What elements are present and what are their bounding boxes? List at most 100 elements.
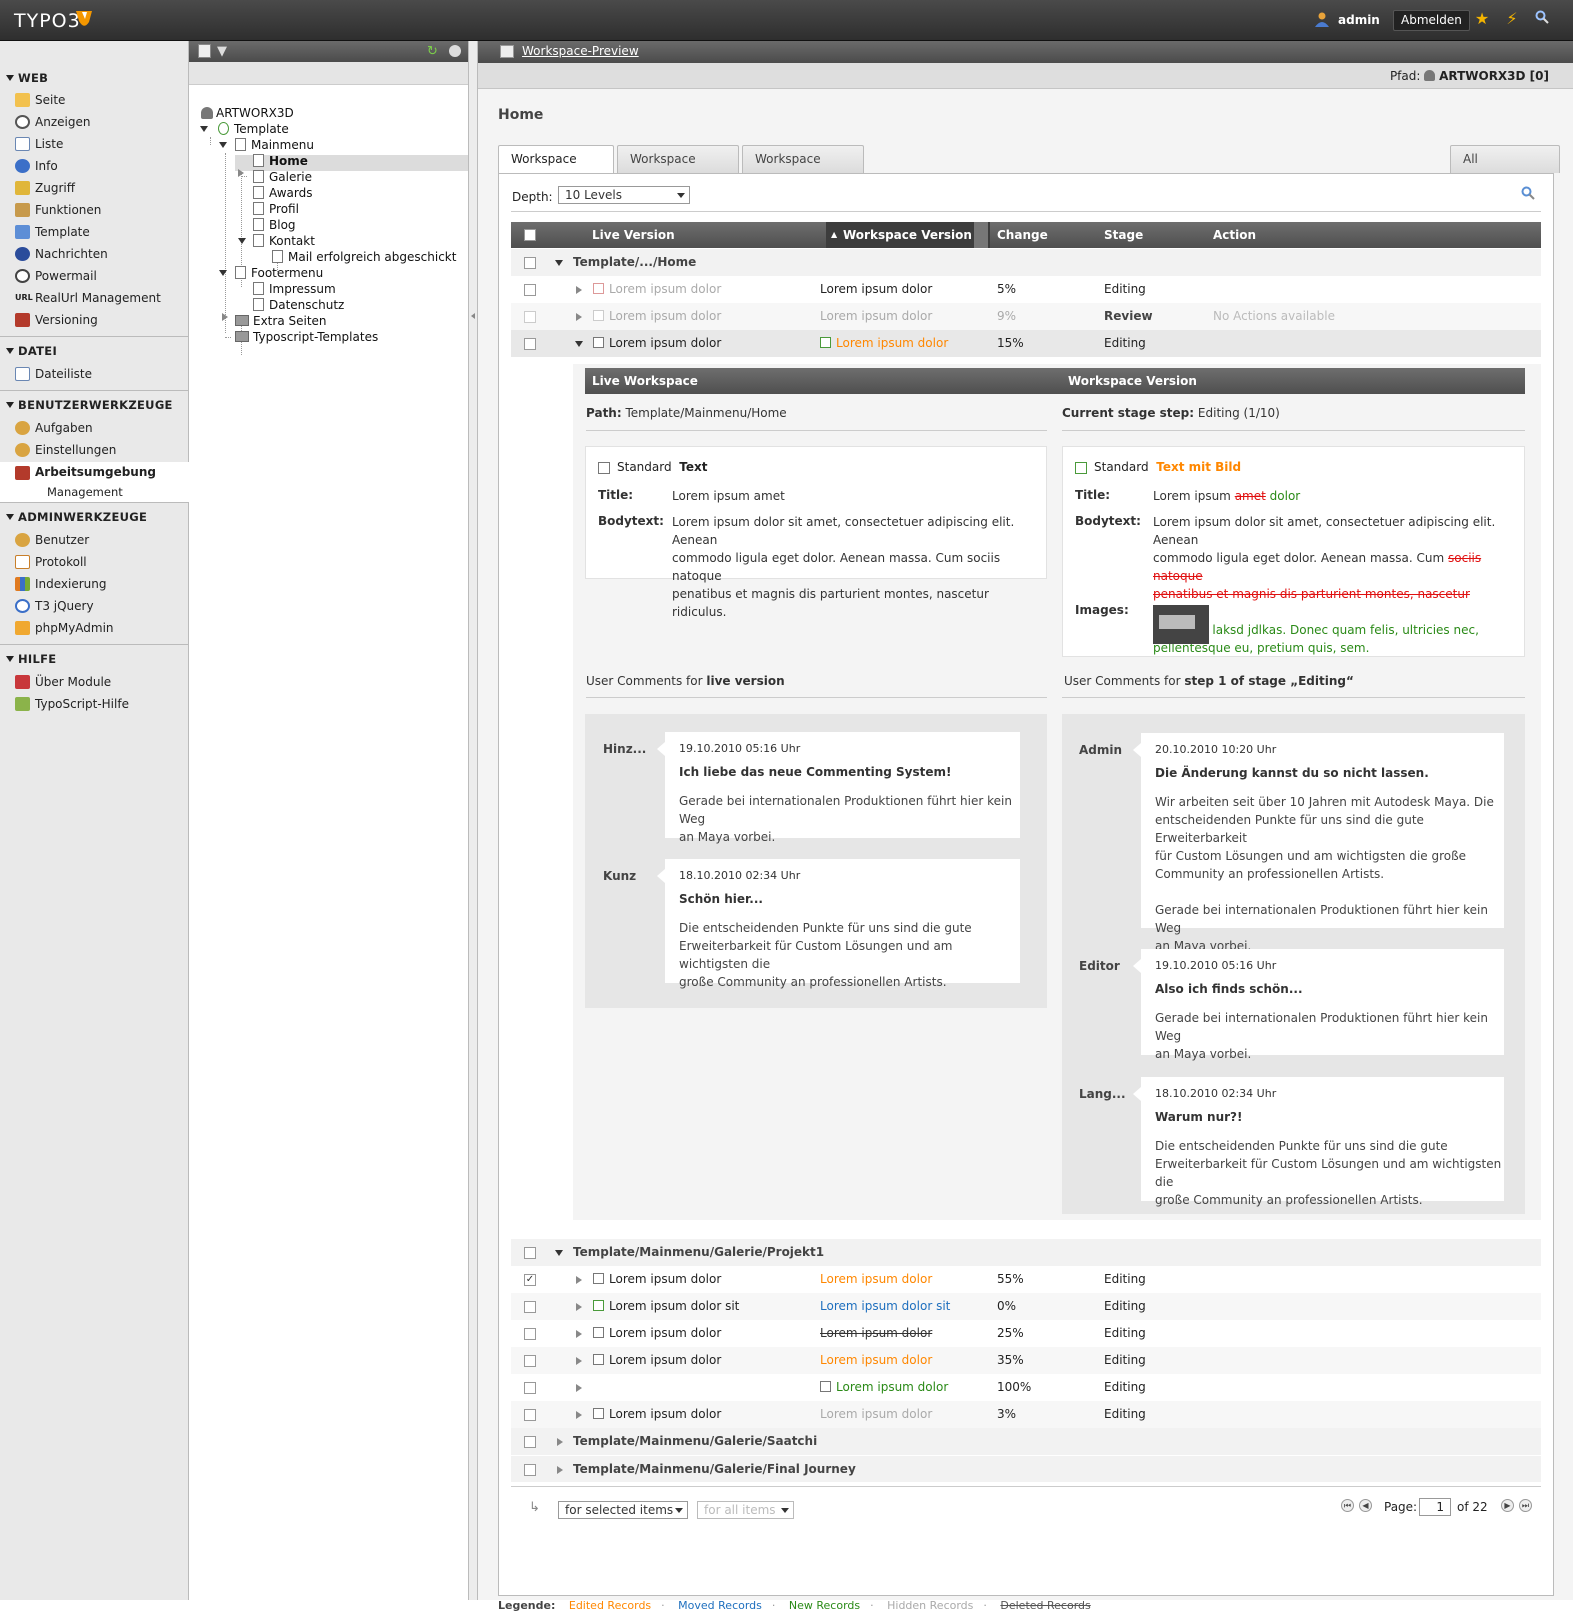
module-arbeitsumgebung-active[interactable]: Arbeitsumgebung Management — [0, 462, 189, 502]
table-row[interactable]: Lorem ipsum dolor sit Lorem ipsum dolor … — [511, 1293, 1541, 1320]
module-ueber-module[interactable]: Über Module — [0, 672, 189, 692]
module-nachrichten[interactable]: Nachrichten — [0, 244, 189, 264]
module-template[interactable]: Template — [0, 222, 189, 242]
module-group-hilfe[interactable]: HILFE — [0, 652, 189, 670]
group-row[interactable]: Template/Mainmenu/Galerie/Projekt1 — [511, 1239, 1541, 1266]
table-row[interactable]: Lorem ipsum dolor Lorem ipsum dolor 3% E… — [511, 1401, 1541, 1428]
tree-splitter[interactable] — [468, 41, 478, 1600]
module-group-benutzerwerkzeuge[interactable]: BENUTZERWERKZEUGE — [0, 398, 189, 416]
new-page-icon[interactable] — [198, 44, 211, 58]
tree-node-mail[interactable]: Mail erfolgreich abgeschickt — [272, 249, 456, 265]
user-name[interactable]: admin — [1338, 13, 1380, 27]
tree-node-mainmenu[interactable]: Mainmenu — [235, 137, 314, 153]
module-group-datei[interactable]: DATEI — [0, 344, 189, 362]
selected-items-select[interactable]: for selected items — [558, 1501, 688, 1519]
table-row[interactable]: Lorem ipsum dolor Lorem ipsum dolor 9% R… — [511, 303, 1541, 330]
tree-node-template[interactable]: Template — [218, 121, 289, 137]
tab-workspace-title2[interactable]: Workspace Title2 — [617, 145, 739, 192]
workspace-preview-link[interactable]: Workspace-Preview — [522, 44, 639, 58]
module-dateiliste[interactable]: Dateiliste — [0, 364, 189, 384]
image-thumbnail[interactable] — [1153, 605, 1209, 644]
row-checkbox[interactable] — [524, 1409, 536, 1421]
select-all-checkbox[interactable] — [524, 229, 536, 241]
module-protokoll[interactable]: Protokoll — [0, 552, 189, 572]
tab-workspace-title[interactable]: Workspace Title — [498, 145, 614, 192]
module-liste[interactable]: Liste — [0, 134, 189, 154]
module-seite[interactable]: Seite — [0, 90, 189, 110]
module-zugriff[interactable]: Zugriff — [0, 178, 189, 198]
module-einstellungen[interactable]: Einstellungen — [0, 440, 189, 460]
module-group-web[interactable]: WEB — [0, 71, 189, 89]
module-indexierung[interactable]: Indexierung — [0, 574, 189, 594]
tree-node-footermenu[interactable]: Footermenu — [235, 265, 323, 281]
column-menu-trigger[interactable] — [974, 222, 988, 248]
tree-node-typoscript-templates[interactable]: Typoscript-Templates — [235, 329, 378, 345]
table-row-expanded[interactable]: Lorem ipsum dolor Lorem ipsum dolor 15% … — [511, 330, 1541, 357]
tree-node-awards[interactable]: Awards — [253, 185, 312, 201]
col-workspace-version[interactable]: Workspace Version — [843, 222, 972, 248]
module-versioning[interactable]: Versioning — [0, 310, 189, 330]
table-row[interactable]: Lorem ipsum dolor Lorem ipsum dolor 25% … — [511, 1320, 1541, 1347]
module-powermail[interactable]: Powermail — [0, 266, 189, 286]
group-row[interactable]: Template/Mainmenu/Galerie/Final Journey — [511, 1455, 1541, 1482]
col-live-version[interactable]: Live Version — [592, 222, 675, 248]
row-checkbox[interactable] — [524, 1301, 536, 1313]
group-row[interactable]: Template/Mainmenu/Galerie/Saatchi — [511, 1428, 1541, 1455]
filter-icon[interactable]: ▼ — [217, 44, 227, 59]
tree-node-datenschutz[interactable]: Datenschutz — [253, 297, 344, 313]
row-checkbox[interactable] — [524, 1382, 536, 1394]
row-checkbox-checked[interactable]: ✓ — [524, 1274, 536, 1286]
tree-node-home[interactable]: Home — [253, 153, 308, 169]
row-checkbox[interactable] — [524, 284, 536, 296]
group-row[interactable]: Template/.../Home — [511, 249, 1541, 276]
table-row[interactable]: Lorem ipsum dolor Lorem ipsum dolor 35% … — [511, 1347, 1541, 1374]
row-checkbox[interactable] — [524, 257, 536, 269]
module-funktionen[interactable]: Funktionen — [0, 200, 189, 220]
tree-node-blog[interactable]: Blog — [253, 217, 296, 233]
col-change[interactable]: Change — [997, 222, 1048, 248]
first-page-button[interactable]: ⏮ — [1341, 1499, 1354, 1512]
last-page-button[interactable]: ⏭ — [1519, 1499, 1532, 1512]
row-checkbox[interactable] — [524, 1328, 536, 1340]
bookmark-star-icon[interactable]: ★ — [1473, 10, 1491, 28]
module-info[interactable]: Info — [0, 156, 189, 176]
depth-select[interactable]: 10 Levels — [558, 186, 690, 204]
row-checkbox[interactable] — [524, 1464, 536, 1476]
tree-node-kontakt[interactable]: Kontakt — [253, 233, 315, 249]
tab-all-workspaces[interactable]: All Workspaces — [1450, 145, 1560, 192]
table-row[interactable]: ✓ Lorem ipsum dolor Lorem ipsum dolor 55… — [511, 1266, 1541, 1293]
flash-clear-cache-icon[interactable]: ⚡ — [1503, 10, 1521, 28]
row-checkbox[interactable] — [524, 1355, 536, 1367]
module-anzeigen[interactable]: Anzeigen — [0, 112, 189, 132]
module-phpmyadmin[interactable]: phpMyAdmin — [0, 618, 189, 638]
next-page-button[interactable]: ▶ — [1501, 1499, 1514, 1512]
tree-root[interactable]: ARTWORX3D — [201, 105, 294, 121]
row-checkbox[interactable] — [524, 311, 536, 323]
page-input[interactable]: 1 — [1419, 1498, 1451, 1516]
module-aufgaben[interactable]: Aufgaben — [0, 418, 189, 438]
search-icon[interactable] — [1533, 10, 1551, 28]
table-row[interactable]: Lorem ipsum dolor Lorem ipsum dolor 5% E… — [511, 276, 1541, 303]
row-checkbox[interactable] — [524, 1247, 536, 1259]
refresh-icon[interactable]: ↻ — [427, 44, 438, 59]
tree-node-extra-seiten[interactable]: Extra Seiten — [235, 313, 327, 329]
logout-button[interactable]: Abmelden — [1393, 10, 1470, 31]
tree-node-impressum[interactable]: Impressum — [253, 281, 336, 297]
module-management[interactable]: Management — [47, 485, 123, 499]
module-benutzer[interactable]: Benutzer — [0, 530, 189, 550]
row-checkbox[interactable] — [524, 1436, 536, 1448]
all-items-select[interactable]: for all items — [697, 1501, 794, 1519]
col-stage[interactable]: Stage — [1104, 222, 1143, 248]
module-typoscript-hilfe[interactable]: TypoScript-Hilfe — [0, 694, 189, 714]
module-realurl[interactable]: URL RealUrl Management — [0, 288, 189, 308]
tree-node-profil[interactable]: Profil — [253, 201, 299, 217]
search-icon[interactable] — [1521, 186, 1535, 203]
module-group-adminwerkzeuge[interactable]: ADMINWERKZEUGE — [0, 510, 189, 528]
prev-page-button[interactable]: ◀ — [1359, 1499, 1372, 1512]
table-row[interactable]: Lorem ipsum dolor 100% Editing — [511, 1374, 1541, 1401]
module-t3-jquery[interactable]: T3 jQuery — [0, 596, 189, 616]
tree-node-galerie[interactable]: Galerie — [253, 169, 312, 185]
help-icon[interactable] — [449, 45, 461, 57]
row-checkbox[interactable] — [524, 338, 536, 350]
col-action[interactable]: Action — [1213, 222, 1256, 248]
